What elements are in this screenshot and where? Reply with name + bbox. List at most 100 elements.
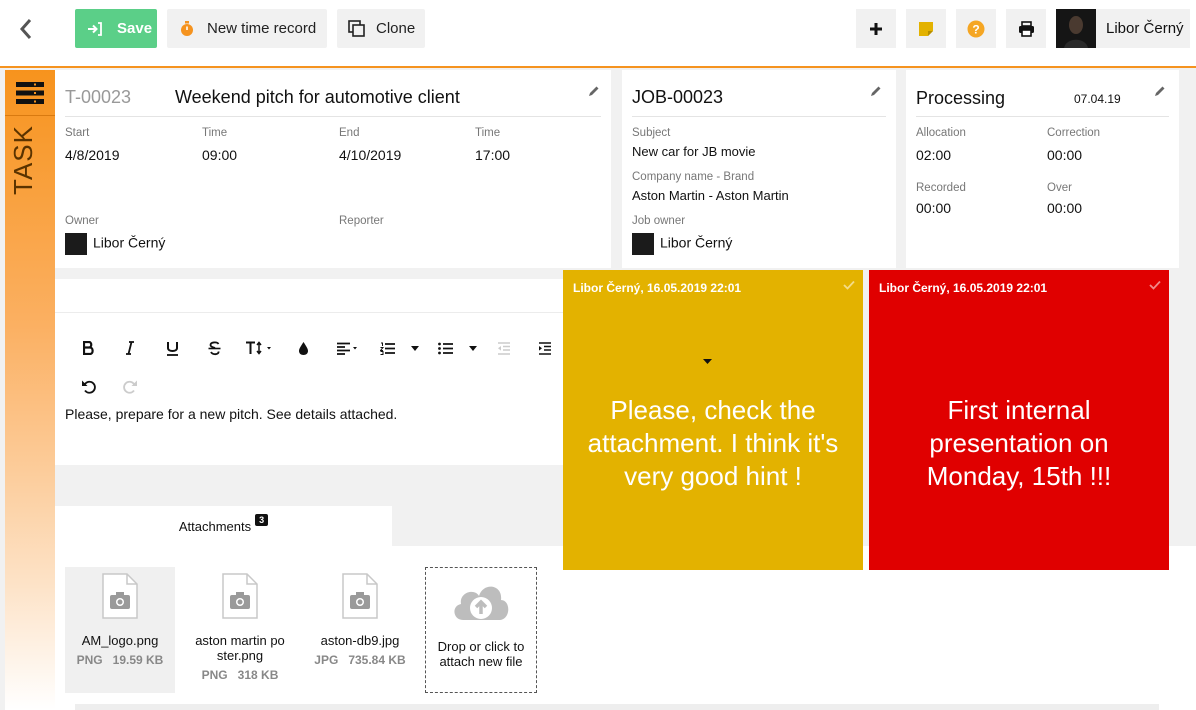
sticky-note[interactable]: Libor Černý, 16.05.2019 22:01 First inte… (869, 270, 1169, 570)
description-editor: Please, prepare for a new pitch. See det… (55, 279, 563, 465)
note-text: Please, check the attachment. I think it… (587, 395, 839, 491)
cloud-upload-icon (454, 586, 509, 620)
end-date[interactable]: 4/10/2019 (339, 147, 401, 163)
avatar (1056, 9, 1096, 48)
clone-button[interactable]: Clone (337, 9, 425, 48)
save-button[interactable]: Save (75, 9, 157, 48)
end-time[interactable]: 17:00 (475, 147, 510, 163)
subject-value: New car for JB movie (632, 144, 756, 159)
align-button[interactable] (336, 337, 362, 359)
note-header: Libor Černý, 16.05.2019 22:01 (879, 281, 1048, 295)
edit-status-icon[interactable] (1153, 84, 1167, 98)
start-time-label: Time (202, 127, 228, 139)
note-header: Libor Černý, 16.05.2019 22:01 (573, 281, 742, 295)
sticky-note-icon (919, 21, 933, 36)
side-tab: TASK (5, 70, 55, 710)
copy-icon (348, 20, 365, 37)
indent-button[interactable] (537, 337, 553, 359)
task-id: T-00023 (65, 87, 132, 107)
bullet-list-button[interactable] (437, 337, 455, 359)
stopwatch-icon (179, 20, 195, 38)
divider (65, 116, 601, 117)
start-label: Start (65, 127, 90, 139)
help-button[interactable]: ? (956, 9, 996, 48)
side-menu-button[interactable] (5, 70, 55, 116)
job-owner-field: Libor Černý (632, 233, 732, 255)
font-size-button[interactable] (245, 337, 277, 359)
job-id[interactable]: JOB-00023 (632, 87, 723, 108)
allocation-value: 02:00 (916, 147, 952, 163)
bullet-list-dropdown[interactable] (467, 337, 479, 359)
attachment-size: 19.59 KB (112, 653, 164, 667)
task-title[interactable]: Weekend pitch for automotive client (175, 87, 460, 108)
redo-icon (122, 380, 137, 394)
attachment-size: 318 KB (237, 668, 279, 682)
description-text[interactable]: Please, prepare for a new pitch. See det… (65, 406, 397, 422)
owner-field[interactable]: Libor Černý (65, 233, 165, 255)
image-file-icon (342, 573, 378, 619)
attachments-tab-label: Attachments (178, 518, 252, 534)
start-time[interactable]: 09:00 (202, 147, 237, 163)
end-label: End (339, 127, 360, 139)
attachment-name: aston-db9.jpg (320, 633, 400, 648)
side-label: TASK (8, 125, 38, 195)
attachment-meta: PNG 19.59 KB (65, 651, 175, 670)
back-button[interactable] (14, 16, 38, 42)
attachment-dropzone[interactable]: Drop or click to attach new file (425, 567, 537, 693)
italic-icon (126, 341, 134, 355)
underline-icon (166, 341, 178, 356)
add-button[interactable] (856, 9, 896, 48)
reporter-label: Reporter (339, 215, 384, 227)
new-time-record-label: New time record (207, 20, 317, 37)
indent-icon (539, 341, 551, 355)
ordered-list-dropdown[interactable] (409, 337, 421, 359)
user-menu[interactable]: Libor Černý (1056, 9, 1190, 48)
toolbar: Save New time record Clone ? Libor Černý (0, 0, 1196, 68)
start-date[interactable]: 4/8/2019 (65, 147, 120, 163)
outdent-button[interactable] (496, 337, 512, 359)
user-name: Libor Černý (1106, 20, 1184, 37)
dropzone-label: Drop or click to attach new file (437, 639, 525, 669)
subject-label: Subject (632, 127, 671, 139)
sticky-note-button[interactable] (906, 9, 946, 48)
tab-attachments[interactable]: Attachments 3 (55, 506, 392, 546)
check-icon[interactable] (843, 280, 855, 290)
strikethrough-icon (208, 341, 220, 355)
job-card: JOB-00023 Subject New car for JB movie C… (622, 70, 896, 268)
attachment-type: PNG (76, 653, 103, 667)
sticky-note[interactable]: Libor Černý, 16.05.2019 22:01 Please, ch… (563, 270, 863, 570)
strikethrough-button[interactable] (205, 337, 223, 359)
undo-button[interactable] (79, 375, 97, 397)
edit-job-icon[interactable] (869, 84, 883, 98)
italic-button[interactable] (121, 337, 139, 359)
edit-task-icon[interactable] (587, 84, 601, 98)
attachment-item[interactable]: aston-db9.jpg JPG 735.84 KB (305, 567, 415, 693)
attachment-type: PNG (201, 668, 228, 682)
plus-icon (870, 22, 882, 35)
check-icon[interactable] (1149, 280, 1161, 290)
company-label: Company name - Brand (632, 171, 755, 183)
attachments-panel: AM_logo.png PNG 19.59 KB aston martin po… (55, 546, 1196, 710)
job-owner-name: Libor Černý (660, 234, 733, 251)
correction-label: Correction (1047, 127, 1101, 139)
sign-in-icon (87, 21, 103, 36)
bold-icon (82, 341, 94, 355)
ordered-list-button[interactable] (379, 337, 397, 359)
droplet-icon (298, 341, 308, 355)
attachment-item[interactable]: aston martin po ster.png PNG 318 KB (185, 567, 295, 693)
caret-down-icon[interactable] (703, 359, 712, 364)
end-time-label: Time (475, 127, 501, 139)
undo-icon (81, 380, 96, 394)
menu-icon (16, 81, 44, 104)
caret-down-icon (411, 345, 419, 351)
attachment-item[interactable]: AM_logo.png PNG 19.59 KB (65, 567, 175, 693)
bold-button[interactable] (79, 337, 97, 359)
image-file-icon (222, 573, 258, 619)
redo-button[interactable] (121, 375, 139, 397)
text-color-button[interactable] (295, 337, 311, 359)
underline-button[interactable] (163, 337, 181, 359)
image-file-icon (102, 573, 138, 619)
status-state[interactable]: Processing (916, 88, 1005, 109)
new-time-record-button[interactable]: New time record (167, 9, 327, 48)
print-button[interactable] (1006, 9, 1046, 48)
